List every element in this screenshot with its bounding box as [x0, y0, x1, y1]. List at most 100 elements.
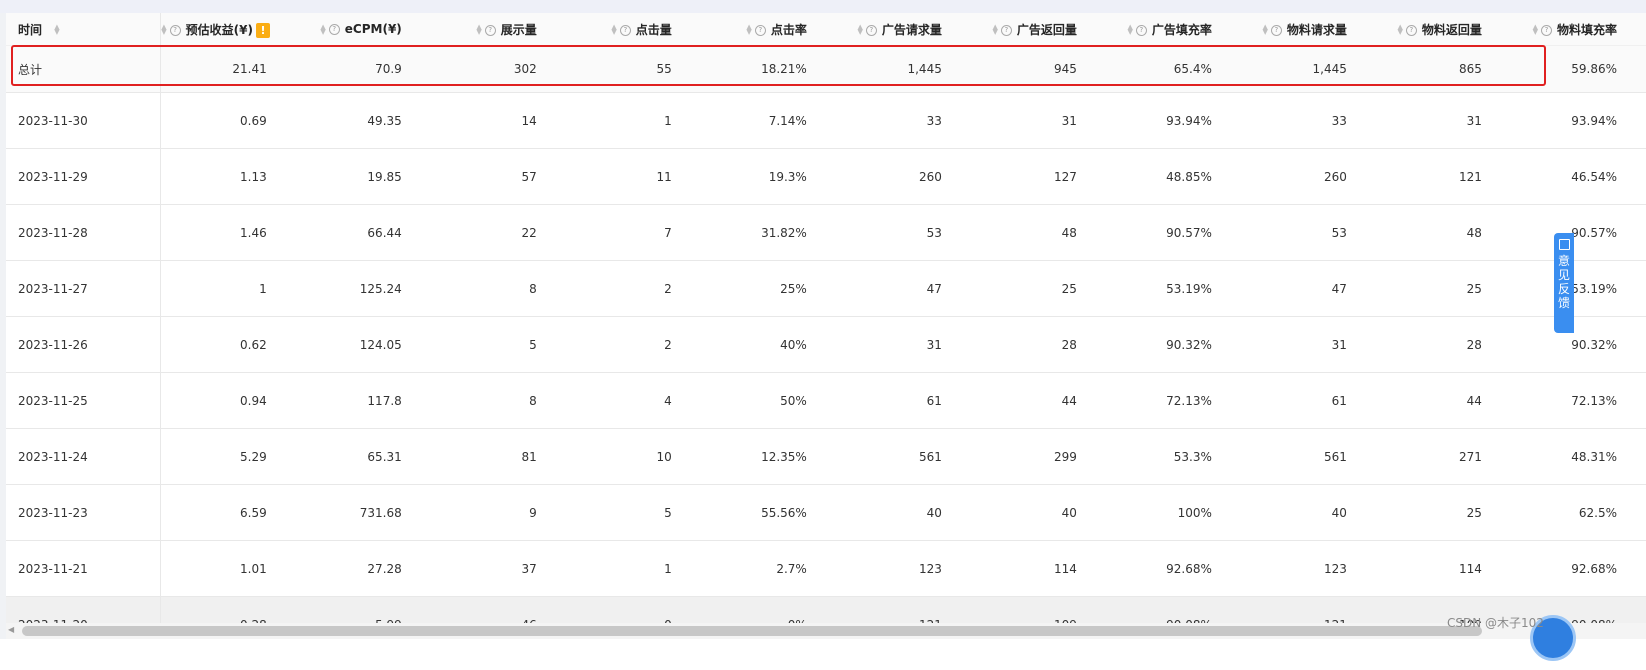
- table-cell: 271: [1375, 428, 1511, 485]
- help-icon[interactable]: ?: [1000, 24, 1012, 36]
- table-cell: 53.19%: [1105, 260, 1241, 317]
- table-row[interactable]: 2023-11-21 1.01 27.28 37 1 2.7% 123 114 92.68% 12…: [6, 540, 1646, 597]
- table-cell: 8: [430, 372, 566, 429]
- table-cell: 0.69: [160, 92, 296, 149]
- help-icon[interactable]: ?: [754, 24, 766, 36]
- sort-icon[interactable]: ▲ ▼: [1262, 24, 1267, 36]
- sort-icon[interactable]: ▲ ▼: [1127, 24, 1132, 36]
- table-cell: 731.68: [295, 484, 431, 541]
- table-cell: 9: [430, 484, 566, 541]
- table-cell: 53: [1240, 204, 1376, 261]
- help-icon[interactable]: ?: [1135, 24, 1147, 36]
- table-cell: 117.8: [295, 372, 431, 429]
- horizontal-scrollbar[interactable]: ◀: [6, 623, 1646, 639]
- column-header-material-fill-rate[interactable]: ▲ ▼? 物料填充率: [1510, 13, 1646, 46]
- table-cell: 561: [1240, 428, 1376, 485]
- table-cell: 124.05: [295, 316, 431, 373]
- total-row: 总计 21.41 70.9 302 55 18.21% 1,445 945 65…: [6, 45, 1646, 93]
- feedback-icon: [1558, 239, 1570, 250]
- table-cell: 37: [430, 540, 566, 597]
- column-header-label: 展示量: [500, 22, 537, 37]
- feedback-button[interactable]: 意见反馈: [1554, 233, 1574, 333]
- table-cell: 55: [565, 45, 701, 93]
- sort-icon[interactable]: ▲ ▼: [476, 24, 481, 36]
- table-cell: 18.21%: [700, 45, 836, 93]
- column-header-revenue[interactable]: ▲ ▼? 预估收益(¥)!: [160, 13, 296, 46]
- help-icon[interactable]: ?: [1405, 24, 1417, 36]
- sort-icon[interactable]: ▲ ▼: [1533, 24, 1538, 36]
- table-cell: 31: [1240, 316, 1376, 373]
- table-cell: 1.13: [160, 148, 296, 205]
- table-cell: 7: [565, 204, 701, 261]
- table-row[interactable]: 2023-11-24 5.29 65.31 81 10 12.35% 561 299 53.3%…: [6, 428, 1646, 485]
- sort-icon[interactable]: ▲ ▼: [1398, 24, 1403, 36]
- column-header-material-requests[interactable]: ▲ ▼? 物料请求量: [1240, 13, 1376, 46]
- date-cell: 2023-11-29: [6, 148, 162, 205]
- column-header-ctr[interactable]: ▲ ▼? 点击率: [700, 13, 836, 46]
- column-header-material-returns[interactable]: ▲ ▼? 物料返回量: [1375, 13, 1511, 46]
- table-cell: 6.59: [160, 484, 296, 541]
- help-icon[interactable]: ?: [1270, 24, 1282, 36]
- table-cell: 48.85%: [1105, 148, 1241, 205]
- table-row[interactable]: 2023-11-27 1 125.24 8 2 25% 47 25 53.19% 47 25 53.1…: [6, 260, 1646, 317]
- table-cell: 44: [970, 372, 1106, 429]
- table-cell: 53.3%: [1105, 428, 1241, 485]
- table-cell: 57: [430, 148, 566, 205]
- column-header-impressions[interactable]: ▲ ▼? 展示量: [430, 13, 566, 46]
- warning-icon[interactable]: !: [255, 22, 270, 38]
- table-row[interactable]: 2023-11-23 6.59 731.68 9 5 55.56% 40 40 100% 40 25…: [6, 484, 1646, 541]
- bottom-area: [0, 639, 1646, 670]
- sort-icon[interactable]: ▲ ▼: [161, 24, 166, 36]
- report-table: 时间 ▲ ▼ ▲ ▼? 预估收益(¥)! ▲ ▼? eCPM(¥) ▲ ▼? 展示量 ▲ ▼? 点…: [6, 13, 1646, 656]
- table-cell: 12.35%: [700, 428, 836, 485]
- table-cell: 62.5%: [1510, 484, 1646, 541]
- table-cell: 55.56%: [700, 484, 836, 541]
- table-cell: 19.85: [295, 148, 431, 205]
- help-icon[interactable]: ?: [1540, 24, 1552, 36]
- table-cell: 28: [1375, 316, 1511, 373]
- table-cell: 8: [430, 260, 566, 317]
- table-row[interactable]: 2023-11-30 0.69 49.35 14 1 7.14% 33 31 93.94% 33 3…: [6, 92, 1646, 149]
- sort-icon[interactable]: ▲ ▼: [54, 24, 59, 36]
- table-row[interactable]: 2023-11-29 1.13 19.85 57 11 19.3% 260 127 48.85%…: [6, 148, 1646, 205]
- date-cell: 2023-11-21: [6, 540, 162, 597]
- sort-icon[interactable]: ▲ ▼: [992, 24, 997, 36]
- table-cell: 123: [835, 540, 971, 597]
- table-row[interactable]: 2023-11-25 0.94 117.8 8 4 50% 61 44 72.13% 61 44 72…: [6, 372, 1646, 429]
- column-header-ad-fill-rate[interactable]: ▲ ▼? 广告填充率: [1105, 13, 1241, 46]
- column-header-label: 广告返回量: [1016, 22, 1077, 37]
- help-icon[interactable]: ?: [619, 24, 631, 36]
- sort-icon[interactable]: ▲ ▼: [746, 24, 751, 36]
- table-cell: 10: [565, 428, 701, 485]
- table-cell: 28: [970, 316, 1106, 373]
- top-strip: [0, 0, 1646, 13]
- column-header-ad-returns[interactable]: ▲ ▼? 广告返回量: [970, 13, 1106, 46]
- table-cell: 47: [1240, 260, 1376, 317]
- sort-icon[interactable]: ▲ ▼: [857, 24, 862, 36]
- table-cell: 90.57%: [1510, 204, 1646, 261]
- sort-icon[interactable]: ▲ ▼: [320, 23, 325, 35]
- table-cell: 72.13%: [1105, 372, 1241, 429]
- column-header-ecpm[interactable]: ▲ ▼? eCPM(¥): [295, 13, 431, 46]
- table-cell: 33: [835, 92, 971, 149]
- table-cell: 19.3%: [700, 148, 836, 205]
- scrollbar-thumb[interactable]: [22, 626, 1482, 636]
- table-cell: 2: [565, 316, 701, 373]
- column-header-label: 时间: [18, 22, 43, 37]
- table-row[interactable]: 2023-11-26 0.62 124.05 5 2 40% 31 28 90.32% 31 28 9…: [6, 316, 1646, 373]
- table-cell: 1.46: [160, 204, 296, 261]
- help-icon[interactable]: ?: [328, 24, 340, 35]
- table-cell: 48.31%: [1510, 428, 1646, 485]
- column-header-clicks[interactable]: ▲ ▼? 点击量: [565, 13, 701, 46]
- column-header-time[interactable]: 时间 ▲ ▼: [6, 13, 162, 46]
- help-icon[interactable]: ?: [169, 24, 181, 36]
- help-icon[interactable]: ?: [484, 24, 496, 36]
- sort-icon[interactable]: ▲ ▼: [611, 24, 616, 36]
- scroll-left-arrow-icon[interactable]: ◀: [8, 625, 14, 634]
- table-cell: 40: [970, 484, 1106, 541]
- help-icon[interactable]: ?: [865, 24, 877, 36]
- column-header-ad-requests[interactable]: ▲ ▼? 广告请求量: [835, 13, 971, 46]
- table-cell: 1: [565, 92, 701, 149]
- table-row[interactable]: 2023-11-28 1.46 66.44 22 7 31.82% 53 48 90.57% 53…: [6, 204, 1646, 261]
- table-cell: 0.94: [160, 372, 296, 429]
